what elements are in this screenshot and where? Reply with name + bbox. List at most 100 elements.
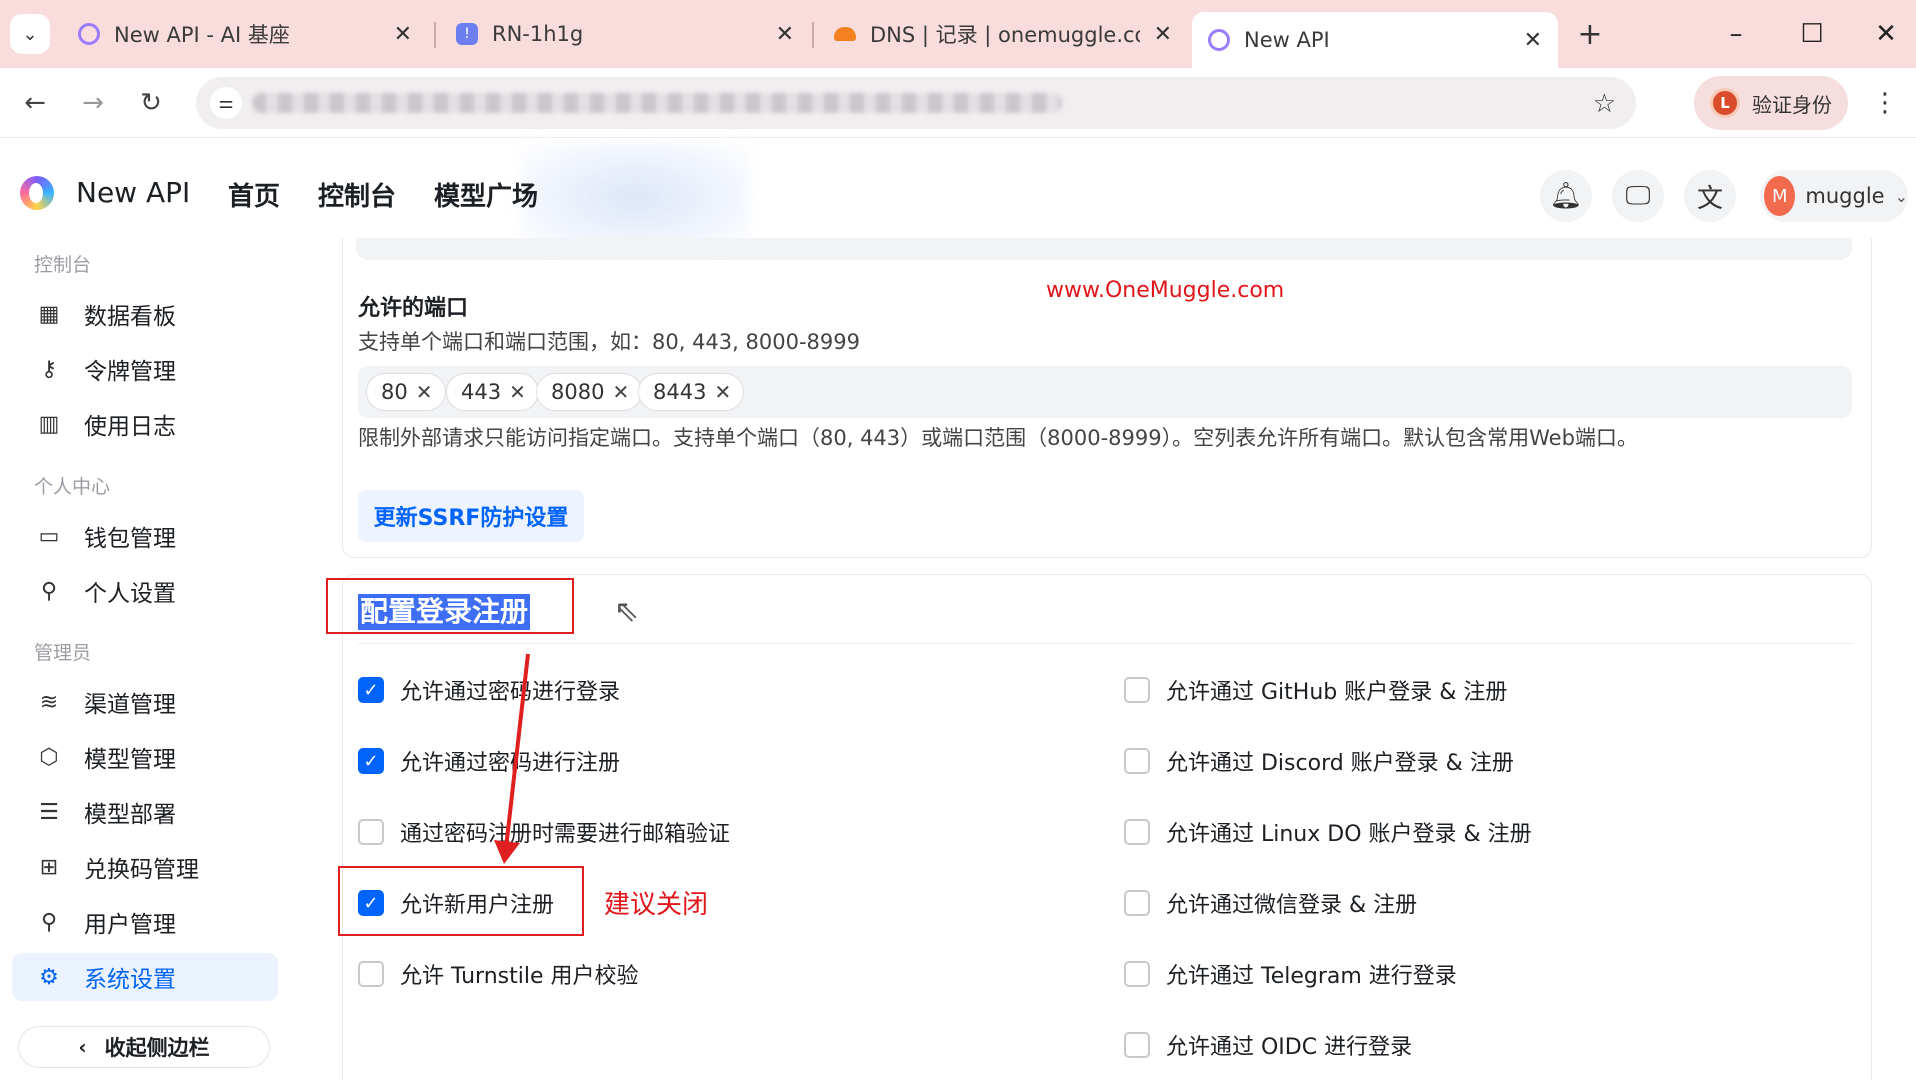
collapse-sidebar-label: 收起侧边栏 bbox=[104, 1036, 210, 1060]
user-icon: ⚲ bbox=[40, 578, 58, 604]
checkbox-box[interactable] bbox=[1124, 961, 1150, 987]
sidebar-item-system-settings[interactable]: ⚙ 系统设置 bbox=[12, 953, 278, 1001]
sidebar-item-label: 个人设置 bbox=[84, 581, 176, 607]
sidebar-item-label: 模型管理 bbox=[84, 747, 176, 773]
nav-console[interactable]: 控制台 bbox=[318, 176, 396, 213]
close-window-icon[interactable]: ✕ bbox=[1856, 12, 1916, 56]
sidebar-item-logs[interactable]: ▥ 使用日志 bbox=[12, 400, 278, 448]
new-api-favicon-icon bbox=[1208, 29, 1230, 51]
sidebar-item-label: 兑换码管理 bbox=[84, 857, 199, 883]
verify-identity-button[interactable]: L 验证身份 bbox=[1694, 76, 1848, 130]
brand-title[interactable]: New API bbox=[76, 176, 190, 209]
checkbox-box[interactable] bbox=[1124, 748, 1150, 774]
remove-tag-icon[interactable]: ✕ bbox=[714, 380, 731, 404]
layers-icon: ≋ bbox=[39, 689, 59, 715]
checkbox-box[interactable] bbox=[1124, 1032, 1150, 1058]
nav-model-marketplace[interactable]: 模型广场 bbox=[434, 176, 538, 213]
checkbox-box[interactable] bbox=[358, 819, 384, 845]
checkbox-box[interactable]: ✓ bbox=[358, 748, 384, 774]
browser-menu-icon[interactable]: ⋮ bbox=[1870, 82, 1900, 124]
sidebar-item-personal-settings[interactable]: ⚲ 个人设置 bbox=[12, 567, 278, 615]
reload-icon[interactable]: ↻ bbox=[130, 82, 172, 124]
checkbox-label: 允许通过 Telegram 进行登录 bbox=[1166, 964, 1457, 989]
update-ssrf-button[interactable]: 更新SSRF防护设置 bbox=[358, 490, 584, 542]
checkbox-label: 允许通过密码进行登录 bbox=[400, 680, 621, 705]
checkbox-box[interactable] bbox=[358, 961, 384, 987]
browser-tab-1[interactable]: New API - AI 基座 ✕ bbox=[62, 12, 428, 56]
checkbox-github-login[interactable]: 允许通过 GitHub 账户登录 & 注册 bbox=[1124, 674, 1507, 706]
sidebar-item-label: 渠道管理 bbox=[84, 692, 176, 718]
sidebar-item-users[interactable]: ⚲ 用户管理 bbox=[12, 898, 278, 946]
tab-title: RN-1h1g bbox=[492, 22, 584, 46]
gift-icon: ⊞ bbox=[39, 854, 59, 880]
nav-home[interactable]: 首页 bbox=[228, 176, 280, 213]
new-user-highlight-box bbox=[338, 866, 584, 936]
site-settings-icon[interactable]: ⚌ bbox=[210, 87, 242, 119]
sidebar-item-redeem-codes[interactable]: ⊞ 兑换码管理 bbox=[12, 843, 278, 891]
sidebar: 控制台 ▦ 数据看板 ⚷ 令牌管理 ▥ 使用日志 个人中心 ▭ 钱包管理 ⚲ 个… bbox=[0, 238, 290, 1080]
tab-search-chevron-icon[interactable]: ⌄ bbox=[10, 14, 50, 54]
gear-icon: ⚙ bbox=[39, 964, 59, 990]
close-tab-icon[interactable]: ✕ bbox=[1154, 22, 1172, 47]
monitor-icon[interactable]: 🖵 bbox=[1612, 170, 1664, 222]
browser-tab-2[interactable]: ! RN-1h1g ✕ bbox=[440, 12, 810, 56]
translate-icon[interactable]: 文 bbox=[1684, 170, 1736, 222]
sidebar-item-models[interactable]: ⬡ 模型管理 bbox=[12, 733, 278, 781]
checkbox-box[interactable] bbox=[1124, 677, 1150, 703]
new-api-favicon-icon bbox=[78, 23, 100, 45]
back-arrow-icon[interactable]: ← bbox=[14, 82, 56, 124]
collapse-sidebar-button[interactable]: ‹ 收起侧边栏 bbox=[18, 1026, 270, 1068]
minimize-icon[interactable]: – bbox=[1706, 12, 1766, 56]
bell-icon[interactable]: 🔔︎ bbox=[1540, 170, 1592, 222]
port-tag[interactable]: 8443 ✕ bbox=[638, 373, 745, 411]
url-omnibox[interactable]: ⚌ ☆ bbox=[196, 77, 1636, 129]
checkbox-password-register[interactable]: ✓ 允许通过密码进行注册 bbox=[358, 745, 620, 777]
checkbox-box[interactable] bbox=[1124, 819, 1150, 845]
checkbox-label: 允许通过密码进行注册 bbox=[400, 751, 621, 776]
close-tab-icon[interactable]: ✕ bbox=[776, 22, 794, 47]
checkbox-wechat-login[interactable]: 允许通过微信登录 & 注册 bbox=[1124, 887, 1417, 919]
sidebar-item-tokens[interactable]: ⚷ 令牌管理 bbox=[12, 345, 278, 393]
sidebar-group-console: 控制台 bbox=[34, 254, 92, 276]
remove-tag-icon[interactable]: ✕ bbox=[509, 380, 526, 404]
checkbox-box[interactable]: ✓ bbox=[358, 677, 384, 703]
checkbox-label: 允许 Turnstile 用户校验 bbox=[400, 964, 639, 989]
server-icon: ☰ bbox=[39, 799, 59, 825]
forward-arrow-icon[interactable]: → bbox=[72, 82, 114, 124]
maximize-icon[interactable]: ☐ bbox=[1782, 12, 1842, 56]
bookmark-star-icon[interactable]: ☆ bbox=[1593, 89, 1616, 119]
close-tab-icon[interactable]: ✕ bbox=[394, 22, 412, 47]
new-tab-plus-icon[interactable]: + bbox=[1570, 14, 1610, 54]
checkbox-linuxdo-login[interactable]: 允许通过 Linux DO 账户登录 & 注册 bbox=[1124, 816, 1532, 848]
port-tag[interactable]: 8080 ✕ bbox=[536, 373, 643, 411]
browser-tab-3[interactable]: DNS | 记录 | onemuggle.con ✕ bbox=[818, 12, 1188, 56]
checkbox-email-verification[interactable]: 通过密码注册时需要进行邮箱验证 bbox=[358, 816, 730, 848]
checkbox-box[interactable] bbox=[1124, 890, 1150, 916]
sidebar-item-channels[interactable]: ≋ 渠道管理 bbox=[12, 678, 278, 726]
remove-tag-icon[interactable]: ✕ bbox=[612, 380, 629, 404]
box-icon: ⬡ bbox=[39, 744, 59, 770]
checkbox-discord-login[interactable]: 允许通过 Discord 账户登录 & 注册 bbox=[1124, 745, 1514, 777]
sidebar-item-label: 系统设置 bbox=[84, 967, 176, 993]
verify-identity-label: 验证身份 bbox=[1752, 92, 1832, 117]
sidebar-item-dashboard[interactable]: ▦ 数据看板 bbox=[12, 290, 278, 338]
remove-tag-icon[interactable]: ✕ bbox=[416, 380, 433, 404]
port-tag[interactable]: 443 ✕ bbox=[446, 373, 539, 411]
checkbox-turnstile[interactable]: 允许 Turnstile 用户校验 bbox=[358, 958, 638, 990]
checkbox-oidc-login[interactable]: 允许通过 OIDC 进行登录 bbox=[1124, 1029, 1412, 1061]
sidebar-item-wallet[interactable]: ▭ 钱包管理 bbox=[12, 512, 278, 560]
close-tab-icon[interactable]: ✕ bbox=[1524, 28, 1542, 53]
tab-title: New API - AI 基座 bbox=[114, 23, 290, 47]
sidebar-item-label: 钱包管理 bbox=[84, 526, 176, 552]
checkbox-password-login[interactable]: ✓ 允许通过密码进行登录 bbox=[358, 674, 620, 706]
user-menu[interactable]: M muggle ⌄ bbox=[1760, 170, 1908, 222]
new-api-logo-icon[interactable] bbox=[20, 176, 54, 210]
checkbox-telegram-login[interactable]: 允许通过 Telegram 进行登录 bbox=[1124, 958, 1457, 990]
port-tag[interactable]: 80 ✕ bbox=[366, 373, 446, 411]
sidebar-item-model-deploy[interactable]: ☰ 模型部署 bbox=[12, 788, 278, 836]
user-name: muggle bbox=[1805, 184, 1885, 208]
title-highlight-box bbox=[326, 578, 574, 634]
recommendation-note: 建议关闭 bbox=[604, 890, 709, 920]
browser-tab-active[interactable]: New API ✕ bbox=[1192, 12, 1558, 68]
previous-field-input[interactable] bbox=[356, 238, 1852, 260]
